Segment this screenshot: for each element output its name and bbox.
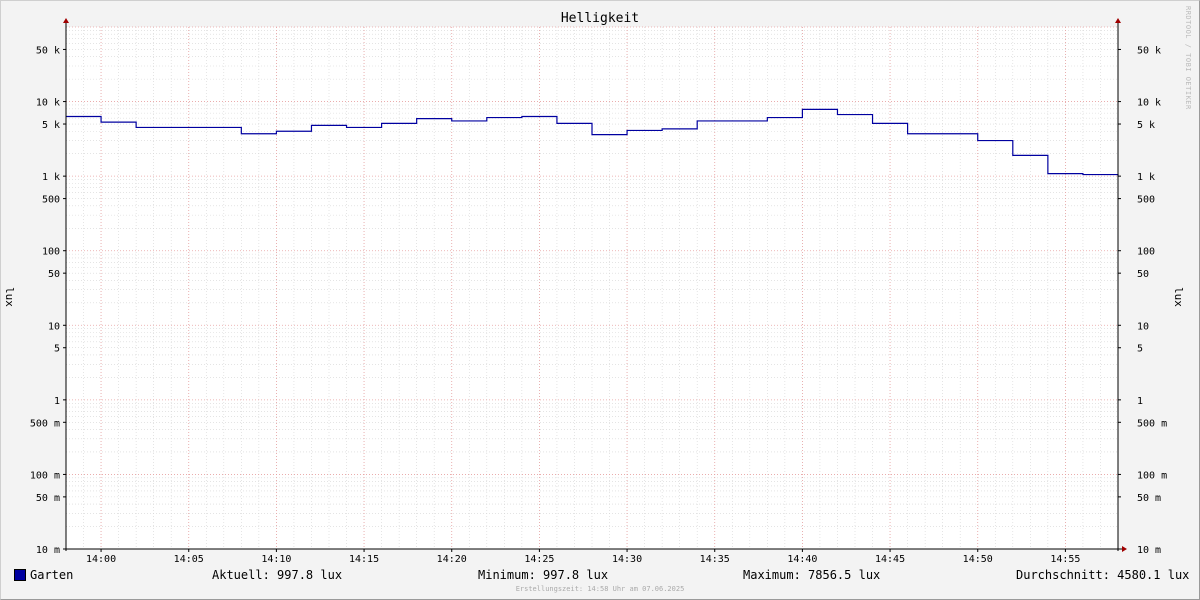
x-tick-label: 14:20 [437, 554, 467, 565]
chart-plot: 50 k 10 k 5 k 1 k 500 100 50 10 5 1 500 m 100 m 50 m… [30, 18, 1167, 565]
x-tick-label: 14:30 [612, 554, 642, 565]
y-tick-label-left: 1 [54, 396, 60, 407]
y-tick-label-right: 1 k [1137, 172, 1155, 183]
x-tick-label: 14:40 [787, 554, 817, 565]
y-tick-label-left: 10 k [36, 98, 60, 109]
y-ticks-left: 50 k 10 k 5 k 1 k 500 100 50 10 5 1 500 m 100 m 50 m… [30, 45, 66, 556]
legend-swatch-garten [14, 569, 26, 581]
y-tick-label-right: 1 [1137, 396, 1143, 407]
stat-minimum: Minimum: 997.8 lux [478, 568, 609, 582]
y-tick-label-left: 10 [48, 321, 60, 332]
x-ticks: 14:00 14:05 14:10 14:15 14:20 14:25 14:30 14:35… [86, 549, 1080, 565]
y-tick-label-right: 100 m [1137, 470, 1167, 481]
y-tick-label-left: 100 m [30, 470, 60, 481]
y-tick-label-right: 50 m [1137, 493, 1161, 504]
y-ticks-right: 50 k 10 k 5 k 1 k 500 100 50 10 5 1 500 m 100 m 50 m… [1118, 45, 1167, 556]
y-tick-label-right: 50 [1137, 269, 1149, 280]
y-tick-label-right: 50 k [1137, 45, 1161, 56]
x-tick-label: 14:50 [963, 554, 993, 565]
creation-timestamp: Erstellungszeit: 14:58 Uhr am 07.06.2025 [515, 585, 685, 593]
y-axis-arrow-left [63, 18, 69, 23]
stat-aktuell: Aktuell: 997.8 lux [212, 568, 343, 582]
stat-durchschnitt: Durchschnitt: 4580.1 lux [1016, 568, 1190, 582]
legend-label-garten: Garten [30, 568, 74, 582]
y-tick-label-left: 5 k [42, 120, 60, 131]
y-tick-label-left: 50 k [36, 45, 60, 56]
y-axis-arrow-right [1115, 18, 1121, 23]
y-tick-label-left: 50 m [36, 493, 60, 504]
x-tick-label: 14:05 [174, 554, 204, 565]
y-tick-label-right: 10 m [1137, 545, 1161, 556]
y-tick-label-left: 1 k [42, 172, 60, 183]
x-tick-label: 14:15 [349, 554, 379, 565]
y-tick-label-right: 10 [1137, 321, 1149, 332]
x-tick-label: 14:45 [875, 554, 905, 565]
x-axis-arrow [1122, 546, 1127, 552]
y-tick-label-right: 500 [1137, 195, 1155, 206]
y-tick-label-left: 5 [54, 344, 60, 355]
y-tick-label-left: 500 m [30, 418, 60, 429]
y-tick-label-right: 5 k [1137, 120, 1155, 131]
y-tick-label-left: 100 [42, 247, 60, 258]
y-tick-label-left: 10 m [36, 545, 60, 556]
y-tick-label-right: 500 m [1137, 418, 1167, 429]
y-tick-label-right: 10 k [1137, 98, 1161, 109]
x-tick-label: 14:35 [700, 554, 730, 565]
y-tick-label-right: 100 [1137, 247, 1155, 258]
x-tick-label: 14:25 [524, 554, 554, 565]
y-tick-label-right: 5 [1137, 344, 1143, 355]
x-tick-label: 14:10 [261, 554, 291, 565]
y-tick-label-left: 500 [42, 195, 60, 206]
stat-maximum: Maximum: 7856.5 lux [743, 568, 881, 582]
x-tick-label: 14:55 [1050, 554, 1080, 565]
y-tick-label-left: 50 [48, 269, 60, 280]
x-tick-label: 14:00 [86, 554, 116, 565]
